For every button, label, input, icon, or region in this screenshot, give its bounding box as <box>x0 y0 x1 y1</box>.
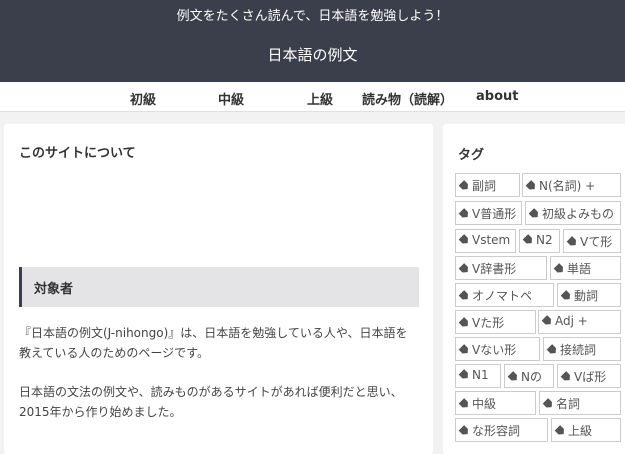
tag-label: オノマトペ <box>472 289 533 303</box>
tag-label: Vた形 <box>472 316 505 330</box>
paragraph: 日本語の文法の例文や、読みものがあるサイトがあれば便利だと思い、 2015年から作… <box>19 382 429 422</box>
tag-link[interactable]: Vた形 <box>455 310 536 334</box>
tag-label: 副詞 <box>472 179 497 193</box>
tag-label: 中級 <box>472 397 497 411</box>
tag-label: N2 <box>536 233 553 247</box>
tag-link[interactable]: 単語 <box>550 256 621 280</box>
tag-link[interactable]: N1 <box>455 364 501 388</box>
para-line: 『日本語の例文(J-nihongo)』は、日本語を勉強している人や、日本語を <box>19 326 408 340</box>
tag-icon <box>554 425 566 437</box>
tag-icon <box>458 290 470 302</box>
tag-icon <box>528 208 540 220</box>
site-header: 例文をたくさん読んで、日本語を勉強しよう！ 日本語の例文 <box>0 0 625 82</box>
tag-link[interactable]: な形容詞 <box>455 418 548 442</box>
tag-link[interactable]: 上級 <box>551 418 621 442</box>
para-line: 日本語の文法の例文や、読みものがあるサイトがあれば便利だと思い、 <box>19 385 403 399</box>
tag-label: Vて形 <box>580 235 613 249</box>
para-line: 教えている人のためのページです。 <box>19 346 209 360</box>
tag-label: 初級よみもの <box>542 207 615 221</box>
tag-icon <box>458 208 470 220</box>
tag-icon <box>566 236 578 248</box>
tag-label: V普通形 <box>472 207 517 221</box>
tag-link[interactable]: 名詞 <box>539 391 621 415</box>
tag-link[interactable]: N2 <box>519 229 560 253</box>
tag-label: 上級 <box>568 424 593 438</box>
tag-label: 動詞 <box>574 289 599 303</box>
tag-label: N1 <box>472 368 489 382</box>
tag-label: Adj + <box>555 314 588 328</box>
site-title[interactable]: 日本語の例文 <box>0 44 625 65</box>
tag-link[interactable]: 副詞 <box>455 173 520 197</box>
tag-icon <box>458 263 470 275</box>
nav-item-intermediate[interactable]: 中級 <box>218 89 244 108</box>
page-title: このサイトについて <box>19 146 136 161</box>
main-content: このサイトについて 対象者 『日本語の例文(J-nihongo)』は、日本語を勉… <box>4 124 433 454</box>
tag-link[interactable]: 動詞 <box>557 283 621 307</box>
tag-label: な形容詞 <box>472 424 521 438</box>
tag-label: 接続詞 <box>560 343 597 357</box>
tag-link[interactable]: 接続詞 <box>543 337 621 361</box>
tag-label: Vば形 <box>574 370 607 384</box>
tag-link[interactable]: Vて形 <box>563 229 621 253</box>
section-heading: 対象者 <box>19 267 419 307</box>
nav-item-about[interactable]: about <box>476 89 518 104</box>
tag-link[interactable]: V辞書形 <box>455 256 547 280</box>
tag-label: Vstem <box>472 233 511 247</box>
main-nav: 初級 中級 上級 読み物（読解） about <box>0 82 625 112</box>
tag-icon <box>522 234 534 246</box>
tag-link[interactable]: Nの <box>504 364 554 388</box>
tag-link[interactable]: Adj + <box>538 310 621 334</box>
tag-icon <box>458 317 470 329</box>
tag-icon <box>458 344 470 356</box>
tag-icon <box>458 398 470 410</box>
tag-icon <box>458 425 470 437</box>
nav-item-reading[interactable]: 読み物（読解） <box>362 89 453 108</box>
tag-label: Vない形 <box>472 343 517 357</box>
tag-label: 名詞 <box>556 397 581 411</box>
tag-link[interactable]: Vstem <box>455 229 516 253</box>
nav-item-beginner[interactable]: 初級 <box>130 89 156 108</box>
tagline: 例文をたくさん読んで、日本語を勉強しよう！ <box>176 9 449 24</box>
paragraph: 『日本語の例文(J-nihongo)』は、日本語を勉強している人や、日本語を 教え… <box>19 323 429 363</box>
tag-link[interactable]: V普通形 <box>455 201 522 225</box>
tag-label: V辞書形 <box>472 262 517 276</box>
tag-icon <box>542 398 554 410</box>
tag-link[interactable]: Vない形 <box>455 337 540 361</box>
tag-label: N(名詞) + <box>539 179 596 193</box>
tag-icon <box>507 371 519 383</box>
tag-icon <box>525 180 537 192</box>
tag-link[interactable]: N(名詞) + <box>522 173 621 197</box>
tag-icon <box>541 315 553 327</box>
tag-icon <box>458 180 470 192</box>
tag-icon <box>546 344 558 356</box>
tag-link[interactable]: 中級 <box>455 391 536 415</box>
tag-icon <box>458 369 470 381</box>
tag-link[interactable]: Vば形 <box>557 364 621 388</box>
tag-link[interactable]: 初級よみもの <box>525 201 621 225</box>
tag-icon <box>458 234 470 246</box>
nav-item-advanced[interactable]: 上級 <box>307 89 333 108</box>
tag-label: 単語 <box>567 262 592 276</box>
sidebar-title: タグ <box>458 148 485 163</box>
para-line: 2015年から作り始めました。 <box>19 405 182 419</box>
tag-icon <box>560 371 572 383</box>
tag-icon <box>560 290 572 302</box>
sidebar-tags: タグ 副詞 N(名詞) + V普通形 初級よみもの Vstem N2 Vて形 V辞書形 単語オノ… <box>443 124 625 454</box>
tag-link[interactable]: オノマトペ <box>455 283 554 307</box>
tag-icon <box>553 263 565 275</box>
tag-label: Nの <box>521 370 542 384</box>
